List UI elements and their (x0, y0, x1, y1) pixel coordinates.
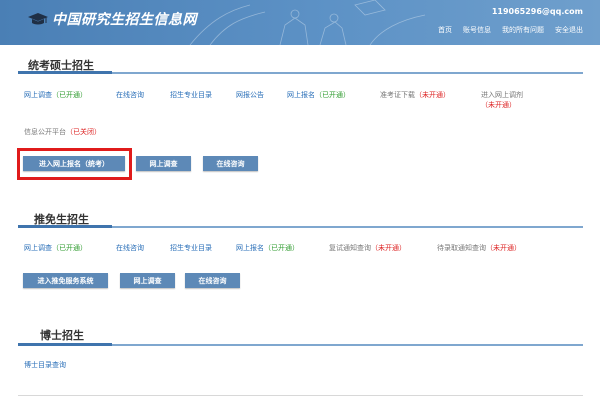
bottom-divider (18, 395, 583, 396)
status-badge: （未开通） (481, 101, 516, 109)
link-label: 在线咨询 (116, 244, 144, 252)
site-title: 中国研究生招生信息网 (52, 12, 197, 28)
site-header: 中国研究生招生信息网 119065296@qq.com 首页 账号信息 我的所有… (0, 0, 600, 45)
link-doctoral-catalog[interactable]: 博士目录查询 (24, 360, 66, 370)
status-badge: （已开通） (315, 91, 350, 99)
link-online-consult-2[interactable]: 在线咨询 (116, 243, 144, 253)
link-retest-notice[interactable]: 复试通知查询（未开通） (329, 243, 406, 253)
link-label: 网上调查 (24, 244, 52, 252)
status-badge: （未开通） (486, 244, 521, 252)
link-info-platform[interactable]: 信息公开平台（已关闭） (24, 127, 101, 137)
link-label: 待录取通知查询 (437, 244, 486, 252)
link-label: 招生专业目录 (170, 244, 212, 252)
link-online-consult[interactable]: 在线咨询 (116, 90, 144, 100)
enter-registration-button[interactable]: 进入网上报名（统考） (23, 156, 125, 171)
nav-account-info[interactable]: 账号信息 (463, 25, 491, 35)
link-label: 复试通知查询 (329, 244, 371, 252)
link-label: 信息公开平台 (24, 128, 66, 136)
top-nav: 首页 账号信息 我的所有问题 安全退出 (438, 25, 583, 35)
status-badge: （已关闭） (66, 128, 101, 136)
online-survey-button[interactable]: 网上调查 (136, 156, 191, 171)
link-label: 网上报名 (236, 244, 264, 252)
status-badge: （已开通） (52, 91, 87, 99)
link-online-survey[interactable]: 网上调查（已开通） (24, 90, 87, 100)
status-badge: （未开通） (415, 91, 450, 99)
link-registration-notice[interactable]: 网报公告 (236, 90, 264, 100)
section-divider (18, 343, 583, 346)
site-logo[interactable]: 中国研究生招生信息网 (28, 9, 197, 29)
section-divider (18, 71, 583, 74)
section-divider (18, 225, 583, 228)
graduation-cap-icon (28, 13, 48, 25)
nav-home[interactable]: 首页 (438, 25, 452, 35)
link-admission-ticket[interactable]: 准考证下载（未开通） (380, 90, 450, 100)
section-title-doctoral: 博士招生 (40, 329, 84, 342)
status-badge: （已开通） (52, 244, 87, 252)
section-divider-accent (18, 343, 112, 346)
link-online-registration-2[interactable]: 网上报名（已开通） (236, 243, 299, 253)
nav-my-questions[interactable]: 我的所有问题 (502, 25, 544, 35)
link-online-survey-2[interactable]: 网上调查（已开通） (24, 243, 87, 253)
graduation-illustration (189, 0, 426, 45)
link-label: 网报公告 (236, 91, 264, 99)
nav-logout[interactable]: 安全退出 (555, 25, 583, 35)
link-label: 网上报名 (287, 91, 315, 99)
link-label: 进入网上调剂 (481, 91, 523, 99)
link-online-registration[interactable]: 网上报名（已开通） (287, 90, 350, 100)
link-label: 招生专业目录 (170, 91, 212, 99)
link-label: 在线咨询 (116, 91, 144, 99)
link-label: 准考证下载 (380, 91, 415, 99)
enter-recommend-system-button[interactable]: 进入推免服务系统 (23, 273, 108, 288)
link-major-catalog-2[interactable]: 招生专业目录 (170, 243, 212, 253)
link-label: 博士目录查询 (24, 361, 66, 369)
section-divider-accent (18, 71, 112, 74)
link-major-catalog[interactable]: 招生专业目录 (170, 90, 212, 100)
user-email: 119065296@qq.com (491, 7, 583, 16)
online-survey-button-2[interactable]: 网上调查 (120, 273, 175, 288)
link-label: 网上调查 (24, 91, 52, 99)
section-divider-accent (18, 225, 112, 228)
status-badge: （未开通） (371, 244, 406, 252)
online-consult-button-2[interactable]: 在线咨询 (185, 273, 240, 288)
status-badge: （已开通） (264, 244, 299, 252)
link-adjustment[interactable]: 进入网上调剂 （未开通） (481, 90, 551, 110)
link-admission-notice[interactable]: 待录取通知查询（未开通） (437, 243, 521, 253)
online-consult-button[interactable]: 在线咨询 (203, 156, 258, 171)
